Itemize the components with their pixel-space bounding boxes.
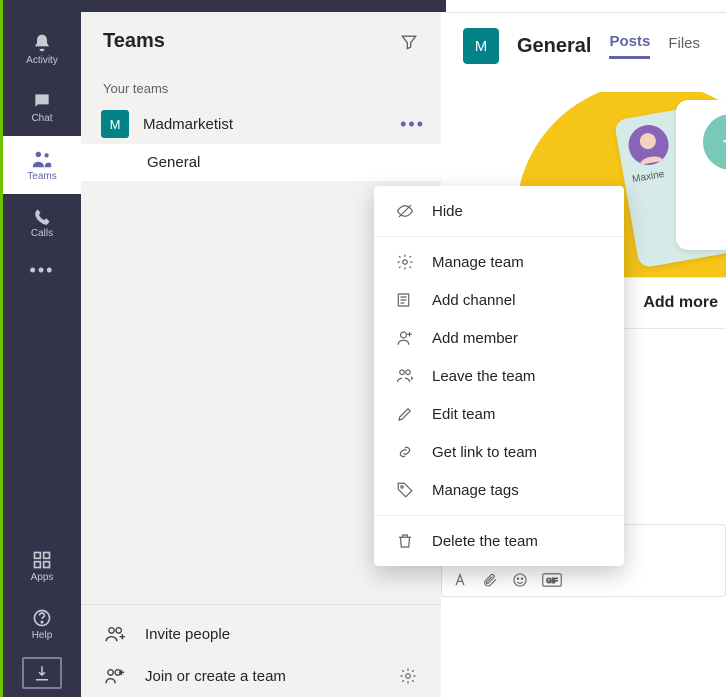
trash-icon <box>396 532 414 550</box>
title-bar <box>3 0 726 12</box>
menu-leave-team[interactable]: Leave the team <box>374 357 624 395</box>
gear-icon <box>396 253 414 271</box>
filter-icon <box>399 32 419 52</box>
emoji-icon[interactable] <box>512 572 528 588</box>
menu-manage-team-label: Manage team <box>432 254 524 271</box>
phone-icon <box>33 208 51 226</box>
join-create-label: Join or create a team <box>145 668 286 685</box>
join-create-icon <box>105 667 127 685</box>
attach-icon[interactable] <box>482 572 498 588</box>
rail-calls-label: Calls <box>31 228 53 239</box>
rail-teams-label: Teams <box>27 171 56 182</box>
channel-row-general[interactable]: General <box>81 144 441 181</box>
add-channel-icon <box>396 291 414 309</box>
app-root: Activity Chat Teams Calls ••• <box>0 0 726 697</box>
rail-chat-label: Chat <box>31 113 52 124</box>
add-more-label: Add more <box>643 294 718 311</box>
rail-more-icon[interactable]: ••• <box>30 260 55 281</box>
teams-icon <box>31 149 53 169</box>
rail-download[interactable] <box>22 657 62 689</box>
pencil-icon <box>396 405 414 423</box>
channel-name: General <box>147 154 200 171</box>
link-icon <box>396 443 414 461</box>
rail-calls[interactable]: Calls <box>3 194 81 252</box>
team-context-menu: Hide Manage team Add channel Add member … <box>374 186 624 566</box>
rail-chat[interactable]: Chat <box>3 78 81 136</box>
channel-title: General <box>517 35 591 58</box>
format-icon[interactable] <box>452 572 468 588</box>
rail-activity-label: Activity <box>26 55 58 66</box>
menu-get-link[interactable]: Get link to team <box>374 433 624 471</box>
channel-header: M General Posts Files <box>441 12 726 72</box>
rail-apps[interactable]: Apps <box>3 537 81 595</box>
channel-avatar: M <box>463 28 499 64</box>
menu-leave-team-label: Leave the team <box>432 368 535 385</box>
team-more-button[interactable]: ••• <box>394 112 431 137</box>
apps-icon <box>32 550 52 570</box>
team-avatar: M <box>101 110 129 138</box>
rail-help[interactable]: Help <box>3 595 81 653</box>
filter-button[interactable] <box>399 32 419 52</box>
menu-manage-tags[interactable]: Manage tags <box>374 471 624 509</box>
invite-icon <box>105 625 127 643</box>
help-icon <box>32 608 52 628</box>
menu-add-channel[interactable]: Add channel <box>374 281 624 319</box>
tab-files[interactable]: Files <box>668 35 700 58</box>
gear-icon <box>399 667 417 685</box>
panel-settings-button[interactable] <box>399 667 417 685</box>
chat-icon <box>32 91 52 111</box>
plus-icon: + <box>703 114 726 170</box>
panel-title: Teams <box>103 30 165 53</box>
rail-activity[interactable]: Activity <box>3 20 81 78</box>
add-member-icon <box>396 329 414 347</box>
gif-icon[interactable]: GIF <box>542 572 562 588</box>
menu-delete-team[interactable]: Delete the team <box>374 522 624 560</box>
menu-add-channel-label: Add channel <box>432 292 515 309</box>
rail-teams[interactable]: Teams <box>3 136 81 194</box>
menu-edit-team[interactable]: Edit team <box>374 395 624 433</box>
menu-add-member-label: Add member <box>432 330 518 347</box>
invite-people[interactable]: Invite people <box>99 613 423 655</box>
leave-icon <box>396 367 414 385</box>
team-name: Madmarketist <box>143 116 380 133</box>
menu-hide-label: Hide <box>432 203 463 220</box>
your-teams-label: Your teams <box>81 79 441 104</box>
hide-icon <box>396 202 414 220</box>
app-rail: Activity Chat Teams Calls ••• <box>3 0 81 697</box>
rail-help-label: Help <box>32 630 53 641</box>
invite-label: Invite people <box>145 626 230 643</box>
menu-manage-tags-label: Manage tags <box>432 482 519 499</box>
hero-card-add[interactable]: + <box>676 100 726 250</box>
menu-hide[interactable]: Hide <box>374 192 624 230</box>
rail-apps-label: Apps <box>31 572 54 583</box>
menu-add-member[interactable]: Add member <box>374 319 624 357</box>
menu-edit-team-label: Edit team <box>432 406 495 423</box>
menu-get-link-label: Get link to team <box>432 444 537 461</box>
menu-delete-team-label: Delete the team <box>432 533 538 550</box>
tag-icon <box>396 481 414 499</box>
join-create-team[interactable]: Join or create a team <box>99 655 423 697</box>
bell-icon <box>32 33 52 53</box>
team-row[interactable]: M Madmarketist ••• <box>81 104 441 144</box>
svg-text:GIF: GIF <box>546 578 558 585</box>
download-icon <box>33 664 51 682</box>
menu-manage-team[interactable]: Manage team <box>374 243 624 281</box>
more-icon: ••• <box>400 114 425 134</box>
tab-posts[interactable]: Posts <box>609 33 650 59</box>
